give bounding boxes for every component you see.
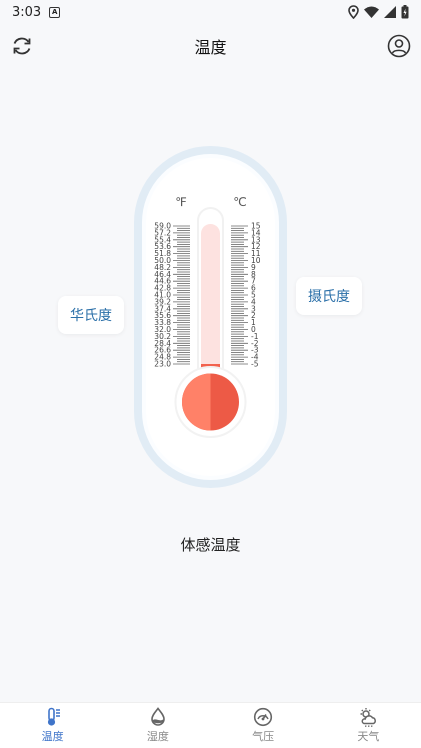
nav-item-humidity[interactable]: 湿度 bbox=[105, 703, 210, 748]
pressure-gauge-icon bbox=[254, 707, 273, 727]
thermometer: ℉ ℃ 59.0 15 57.2 14 55.4 13 53.6 12 51.8 11 50.0 10… bbox=[134, 146, 287, 488]
nav-item-pressure[interactable]: 气压 bbox=[211, 703, 316, 748]
fahrenheit-tick-label: 23.0 bbox=[154, 360, 171, 369]
battery-icon bbox=[401, 5, 409, 19]
notification-icon: A bbox=[49, 6, 61, 18]
celsius-unit-label: ℃ bbox=[233, 195, 246, 209]
status-bar: 3:03 A bbox=[0, 0, 421, 24]
thermometer-tube bbox=[201, 224, 220, 384]
status-left: 3:03 A bbox=[12, 4, 61, 20]
status-time: 3:03 bbox=[12, 4, 42, 20]
status-icons bbox=[348, 5, 409, 19]
nav-label-weather: 天气 bbox=[357, 730, 380, 743]
fahrenheit-unit-label: ℉ bbox=[175, 195, 186, 209]
location-icon bbox=[348, 5, 359, 19]
page-title: 温度 bbox=[194, 38, 227, 57]
celsius-button[interactable]: 摄氏度 bbox=[296, 277, 362, 315]
nav-label-humidity: 湿度 bbox=[146, 730, 169, 743]
nav-item-weather[interactable]: 天气 bbox=[316, 703, 421, 748]
thermometer-graphic: ℉ ℃ 59.0 1557.2 1455.4 1353.6 1251.8 1150.0 10… bbox=[154, 195, 261, 438]
app-bar: 温度 bbox=[0, 24, 421, 68]
refresh-icon[interactable] bbox=[10, 34, 34, 58]
nav-label-temperature: 温度 bbox=[41, 730, 64, 743]
humidity-icon bbox=[151, 707, 165, 726]
signal-icon bbox=[384, 6, 396, 18]
fahrenheit-button[interactable]: 华氏度 bbox=[58, 296, 124, 334]
thermometer-icon bbox=[47, 707, 60, 726]
bottom-nav: 温度 湿度 气压 天气 bbox=[0, 702, 421, 748]
wifi-icon bbox=[364, 6, 379, 18]
feels-like-label: 体感温度 bbox=[180, 536, 241, 554]
profile-icon[interactable] bbox=[387, 34, 411, 58]
nav-label-pressure: 气压 bbox=[252, 730, 275, 743]
nav-item-temperature[interactable]: 温度 bbox=[0, 703, 105, 748]
celsius-tick-label: -5 bbox=[251, 360, 259, 369]
weather-icon bbox=[360, 708, 377, 727]
